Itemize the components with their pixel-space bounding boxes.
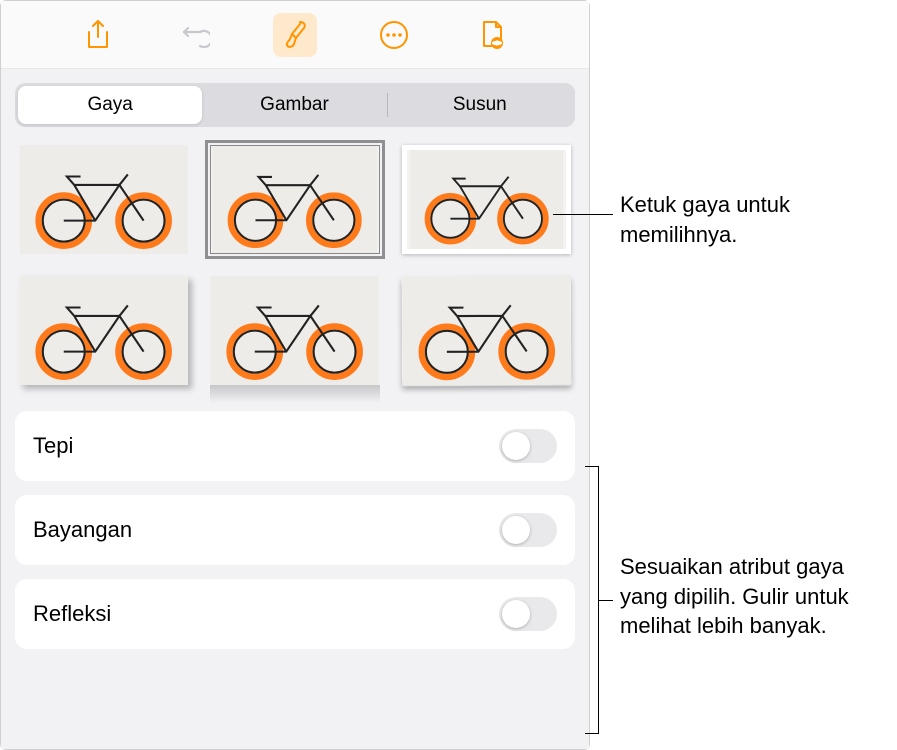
tab-gaya[interactable]: Gaya <box>18 86 202 124</box>
callout-bottom: Sesuaikan atribut gaya yang dipilih. Gul… <box>620 552 880 641</box>
setting-bayangan[interactable]: Bayangan <box>15 495 575 565</box>
document-view-button[interactable] <box>470 13 514 57</box>
style-thumb-plain[interactable] <box>19 145 188 254</box>
style-grid <box>15 145 575 385</box>
tab-gambar[interactable]: Gambar <box>202 86 386 124</box>
format-brush-button[interactable] <box>273 13 317 57</box>
callout-bracket <box>585 466 599 734</box>
style-thumb-border[interactable] <box>210 145 379 254</box>
style-thumb-frame[interactable] <box>402 145 571 254</box>
setting-label: Tepi <box>33 433 73 459</box>
undo-button[interactable] <box>174 13 218 57</box>
callout-line <box>553 214 613 215</box>
toolbar <box>1 1 589 69</box>
toggle-refleksi[interactable] <box>499 597 557 631</box>
tab-label: Gambar <box>260 94 329 115</box>
tab-label: Susun <box>453 94 507 115</box>
segmented-control: Gaya Gambar Susun <box>15 83 575 127</box>
format-panel: Gaya Gambar Susun Tepi Bayangan Refleksi <box>0 0 590 750</box>
style-thumb-shadow[interactable] <box>19 276 188 385</box>
toggle-tepi[interactable] <box>499 429 557 463</box>
more-button[interactable] <box>372 13 416 57</box>
style-thumb-paper[interactable] <box>401 276 571 386</box>
setting-refleksi[interactable]: Refleksi <box>15 579 575 649</box>
panel-content: Gaya Gambar Susun Tepi Bayangan Refleksi <box>1 69 589 749</box>
callout-line <box>599 600 613 601</box>
share-button[interactable] <box>76 13 120 57</box>
setting-label: Bayangan <box>33 517 132 543</box>
callout-text: Ketuk gaya untuk memilihnya. <box>620 192 790 247</box>
toggle-bayangan[interactable] <box>499 513 557 547</box>
callout-text: Sesuaikan atribut gaya yang dipilih. Gul… <box>620 554 849 638</box>
tab-label: Gaya <box>87 94 132 115</box>
style-thumb-reflection[interactable] <box>210 276 379 385</box>
callout-top: Ketuk gaya untuk memilihnya. <box>620 190 880 249</box>
tab-susun[interactable]: Susun <box>388 86 572 124</box>
setting-label: Refleksi <box>33 601 111 627</box>
setting-tepi[interactable]: Tepi <box>15 411 575 481</box>
